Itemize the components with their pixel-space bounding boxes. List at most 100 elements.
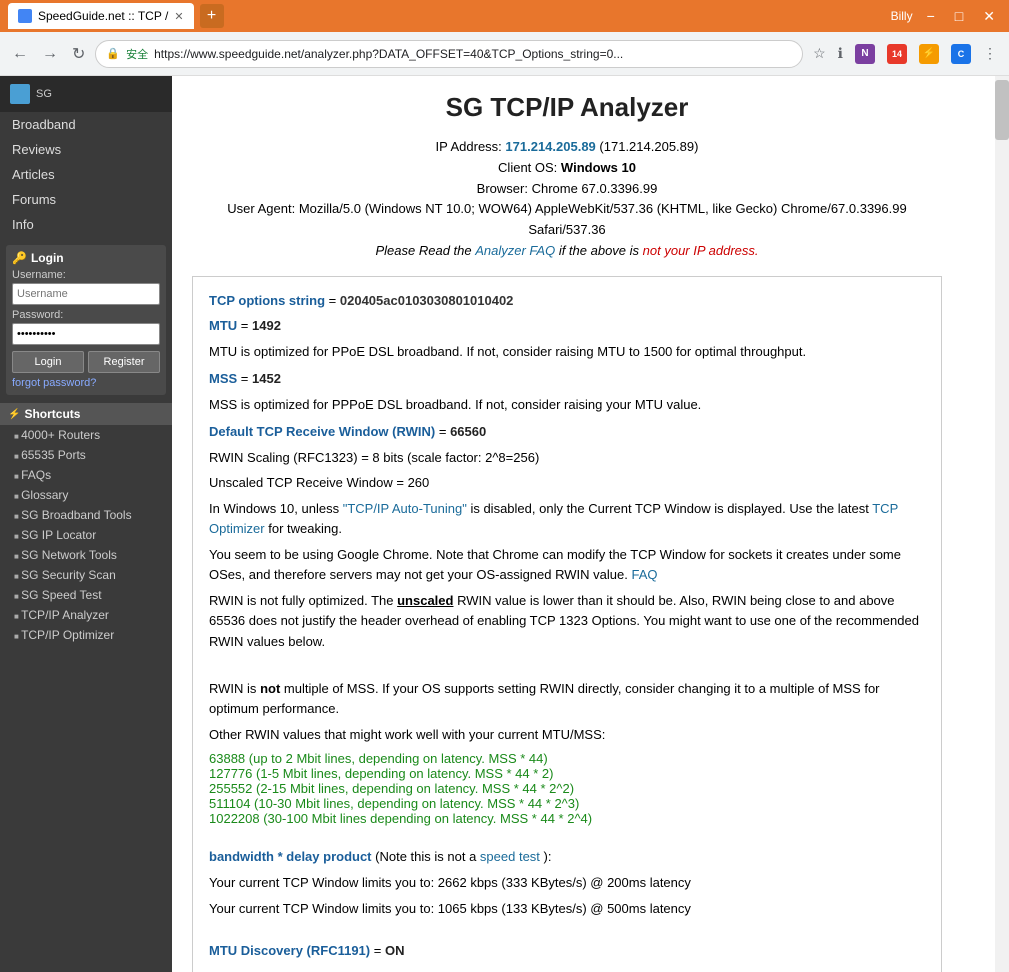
- mtu-note: MTU is optimized for PPoE DSL broadband.…: [209, 344, 806, 359]
- forgot-password-link[interactable]: forgot password?: [12, 377, 160, 389]
- register-button[interactable]: Register: [88, 351, 160, 373]
- shortcut-tcpip-analyzer[interactable]: TCP/IP Analyzer: [0, 605, 172, 625]
- mss-note-row: MSS is optimized for PPPoE DSL broadband…: [209, 395, 925, 415]
- sidebar-nav: Broadband Reviews Articles Forums Info: [0, 112, 172, 237]
- shortcut-speed-test[interactable]: SG Speed Test: [0, 585, 172, 605]
- password-input[interactable]: [12, 323, 160, 345]
- mtu-note-row: MTU is optimized for PPoE DSL broadband.…: [209, 342, 925, 362]
- rwin-row: Default TCP Receive Window (RWIN) = 6656…: [209, 422, 925, 442]
- shortcut-ports[interactable]: 65535 Ports: [0, 445, 172, 465]
- shortcut-glossary[interactable]: Glossary: [0, 485, 172, 505]
- shortcut-faqs[interactable]: FAQs: [0, 465, 172, 485]
- sidebar-item-reviews[interactable]: Reviews: [0, 137, 172, 162]
- logo-text: SG: [36, 88, 52, 100]
- chrome-note-para: You seem to be using Google Chrome. Note…: [209, 545, 925, 585]
- tcp-optimizer-text: for tweaking.: [268, 521, 342, 536]
- menu-button[interactable]: ⋮: [979, 41, 1001, 66]
- url-text: https://www.speedguide.net/analyzer.php?…: [154, 47, 792, 61]
- shortcuts-section: ⚡ Shortcuts 4000+ Routers 65535 Ports FA…: [0, 403, 172, 645]
- maximize-button[interactable]: □: [949, 6, 969, 26]
- tab-title: SpeedGuide.net :: TCP /: [38, 9, 168, 23]
- sidebar-item-broadband[interactable]: Broadband: [0, 112, 172, 137]
- ip-label: IP Address:: [436, 139, 502, 154]
- tcp-string-row: TCP options string = 020405ac01030308010…: [209, 291, 925, 311]
- bookmark-button[interactable]: ☆: [809, 41, 830, 66]
- login-title: 🔑 Login: [12, 251, 160, 265]
- shortcut-routers[interactable]: 4000+ Routers: [0, 425, 172, 445]
- rwin-label: Default TCP Receive Window (RWIN): [209, 424, 435, 439]
- user-agent-line: User Agent: Mozilla/5.0 (Windows NT 10.0…: [192, 199, 942, 241]
- rwin-not-mult-prefix: RWIN is: [209, 681, 256, 696]
- sidebar-item-articles[interactable]: Articles: [0, 162, 172, 187]
- browser-tab[interactable]: SpeedGuide.net :: TCP / ✕: [8, 3, 194, 29]
- ext3-button[interactable]: ⚡: [915, 39, 943, 68]
- rwin-not-mult-suffix: multiple of MSS. If your OS supports set…: [209, 681, 880, 716]
- scrollbar-track[interactable]: [995, 76, 1009, 972]
- page-title: SG TCP/IP Analyzer: [192, 92, 942, 123]
- analyzer-faq-link[interactable]: Analyzer FAQ: [475, 243, 555, 258]
- rwin-value-4: 511104 (10-30 Mbit lines, depending on l…: [209, 796, 925, 811]
- back-button[interactable]: ←: [8, 41, 32, 67]
- bdp-para: bandwidth * delay product (Note this is …: [209, 847, 925, 867]
- browser-line: Browser: Chrome 67.0.3396.99: [192, 179, 942, 200]
- content-area[interactable]: SG TCP/IP Analyzer IP Address: 171.214.2…: [172, 76, 995, 972]
- secure-label: 安全: [126, 46, 148, 62]
- tcp-string-label: TCP options string: [209, 293, 325, 308]
- ip-address-link[interactable]: 171.214.205.89: [505, 139, 595, 154]
- shortcut-tcpip-optimizer[interactable]: TCP/IP Optimizer: [0, 625, 172, 645]
- shortcut-ip-locator[interactable]: SG IP Locator: [0, 525, 172, 545]
- bdp-note-end: ):: [544, 849, 552, 864]
- reader-button[interactable]: ℹ: [834, 41, 847, 66]
- shortcut-security-scan[interactable]: SG Security Scan: [0, 565, 172, 585]
- sidebar-item-forums[interactable]: Forums: [0, 187, 172, 212]
- scrollbar-thumb[interactable]: [995, 80, 1009, 140]
- autotuning-link[interactable]: "TCP/IP Auto-Tuning": [343, 501, 467, 516]
- login-button[interactable]: Login: [12, 351, 84, 373]
- titlebar-left: SpeedGuide.net :: TCP / ✕ +: [8, 3, 224, 29]
- username-label: Username:: [12, 269, 160, 281]
- rwin-unscaled: Unscaled TCP Receive Window = 260: [209, 475, 429, 490]
- ext4-button[interactable]: C: [947, 40, 975, 68]
- user-name: Billy: [891, 9, 913, 23]
- reload-button[interactable]: ↻: [68, 40, 89, 68]
- shortcut-broadband-tools[interactable]: SG Broadband Tools: [0, 505, 172, 525]
- ext1-button[interactable]: N: [851, 39, 879, 68]
- mss-label: MSS: [209, 371, 237, 386]
- if-above-text: if the above is: [559, 243, 639, 258]
- lock-icon: 🔒: [106, 47, 120, 60]
- unscaled-text: unscaled: [397, 593, 453, 608]
- password-label: Password:: [12, 309, 160, 321]
- browser-value: Chrome 67.0.3396.99: [532, 181, 658, 196]
- tab-close-button[interactable]: ✕: [174, 10, 183, 23]
- minimize-button[interactable]: −: [921, 6, 941, 26]
- forward-button[interactable]: →: [38, 41, 62, 67]
- mtu-discovery-row: MTU Discovery (RFC1191) = ON: [209, 941, 925, 961]
- url-bar[interactable]: 🔒 安全 https://www.speedguide.net/analyzer…: [95, 40, 803, 68]
- username-input[interactable]: [12, 283, 160, 305]
- chrome-note-text: You seem to be using Google Chrome. Note…: [209, 547, 901, 582]
- toolbar-icons: ☆ ℹ N 14 ⚡ C ⋮: [809, 39, 1001, 68]
- mtu-row: MTU = 1492: [209, 316, 925, 336]
- tcp-string-equals: =: [329, 293, 340, 308]
- info-block: IP Address: 171.214.205.89 (171.214.205.…: [192, 137, 942, 262]
- faq-link[interactable]: FAQ: [631, 567, 657, 582]
- rwin-unscaled-row: Unscaled TCP Receive Window = 260: [209, 473, 925, 493]
- tcp-window-500-para: Your current TCP Window limits you to: 1…: [209, 899, 925, 919]
- mss-row: MSS = 1452: [209, 369, 925, 389]
- shortcut-network-tools[interactable]: SG Network Tools: [0, 545, 172, 565]
- tab-favicon: [18, 9, 32, 23]
- rwin-scaling: RWIN Scaling (RFC1323) = 8 bits (scale f…: [209, 450, 539, 465]
- ext2-button[interactable]: 14: [883, 40, 911, 68]
- client-os-value: Windows 10: [561, 160, 636, 175]
- mtu-label: MTU: [209, 318, 237, 333]
- login-box: 🔑 Login Username: Password: Login Regist…: [6, 245, 166, 395]
- rwin-not-optimized-para: RWIN is not fully optimized. The unscale…: [209, 591, 925, 651]
- rwin-value-5: 1022208 (30-100 Mbit lines depending on …: [209, 811, 925, 826]
- speed-test-link[interactable]: speed test: [480, 849, 540, 864]
- autotuning-text2: is disabled, only the Current TCP Window…: [470, 501, 868, 516]
- rwin-scaling-row: RWIN Scaling (RFC1323) = 8 bits (scale f…: [209, 448, 925, 468]
- close-button[interactable]: ✕: [977, 6, 1001, 27]
- new-tab-button[interactable]: +: [200, 4, 224, 28]
- mss-note: MSS is optimized for PPPoE DSL broadband…: [209, 397, 701, 412]
- sidebar-item-info[interactable]: Info: [0, 212, 172, 237]
